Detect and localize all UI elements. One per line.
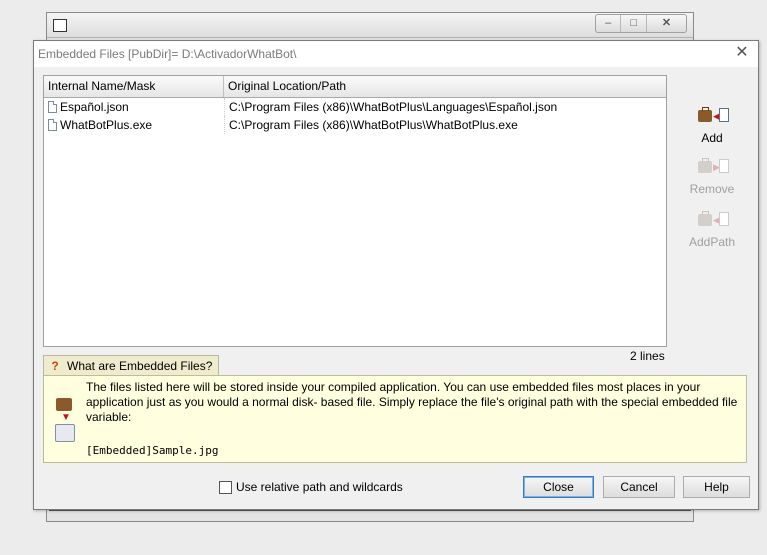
dialog-titlebar: Embedded Files [PubDir]= D:\ActivadorWha… [34, 41, 758, 67]
question-icon: ? [51, 358, 59, 373]
remove-file-icon: ▶ [692, 156, 732, 178]
background-window-titlebar: ‒ □ ✕ [47, 13, 693, 38]
help-text: The files listed here will be stored ins… [86, 380, 738, 424]
cancel-button[interactable]: Cancel [603, 476, 675, 498]
remove-button-label: Remove [689, 182, 735, 196]
help-code-sample: [Embedded]Sample.jpg [86, 444, 219, 457]
file-internal-name: Español.json [60, 100, 129, 114]
list-header: Internal Name/Mask Original Location/Pat… [44, 76, 666, 98]
relative-path-label[interactable]: Use relative path and wildcards [236, 480, 403, 494]
minimize-icon[interactable]: ‒ [596, 15, 622, 32]
window-controls: ‒ □ ✕ [595, 14, 687, 33]
file-icon [48, 101, 57, 113]
background-window-frame [49, 509, 691, 521]
add-path-icon: ◀ [692, 209, 732, 231]
line-count: 2 lines [630, 349, 665, 363]
embed-icon: ▼ [54, 396, 76, 442]
file-original-path: C:\Program Files (x86)\WhatBotPlus\WhatB… [224, 116, 666, 134]
add-file-icon: ◀ [692, 105, 732, 127]
remove-button[interactable]: ▶ Remove [682, 156, 742, 196]
window-system-icon[interactable] [53, 19, 67, 32]
file-original-path: C:\Program Files (x86)\WhatBotPlus\Langu… [224, 98, 666, 116]
add-button[interactable]: ◀ Add [682, 105, 742, 145]
embedded-files-dialog: Embedded Files [PubDir]= D:\ActivadorWha… [33, 40, 759, 510]
close-window-icon[interactable]: ✕ [647, 15, 686, 32]
close-button[interactable]: Close [523, 476, 594, 498]
relative-path-checkbox[interactable]: Use relative path and wildcards [219, 480, 403, 494]
dialog-title: Embedded Files [PubDir]= D:\ActivadorWha… [38, 47, 297, 61]
column-header-internal-name[interactable]: Internal Name/Mask [44, 76, 224, 97]
list-item[interactable]: WhatBotPlus.exe C:\Program Files (x86)\W… [44, 116, 666, 134]
help-tab[interactable]: ? What are Embedded Files? [43, 355, 220, 375]
addpath-button[interactable]: ◀ AddPath [682, 209, 742, 249]
checkbox-box[interactable] [219, 480, 232, 494]
list-item[interactable]: Español.json C:\Program Files (x86)\What… [44, 98, 666, 116]
embedded-files-list[interactable]: Internal Name/Mask Original Location/Pat… [43, 75, 667, 347]
column-header-original-location[interactable]: Original Location/Path [224, 76, 666, 97]
help-panel: ▼ The files listed here will be stored i… [43, 375, 747, 463]
add-button-label: Add [701, 131, 723, 145]
file-icon [48, 119, 57, 131]
close-icon[interactable]: ✕ [734, 45, 750, 61]
file-internal-name: WhatBotPlus.exe [60, 118, 153, 132]
addpath-button-label: AddPath [688, 235, 736, 249]
help-tab-label: What are Embedded Files? [67, 358, 213, 373]
maximize-icon[interactable]: □ [621, 15, 647, 32]
help-button[interactable]: Help [683, 476, 750, 498]
